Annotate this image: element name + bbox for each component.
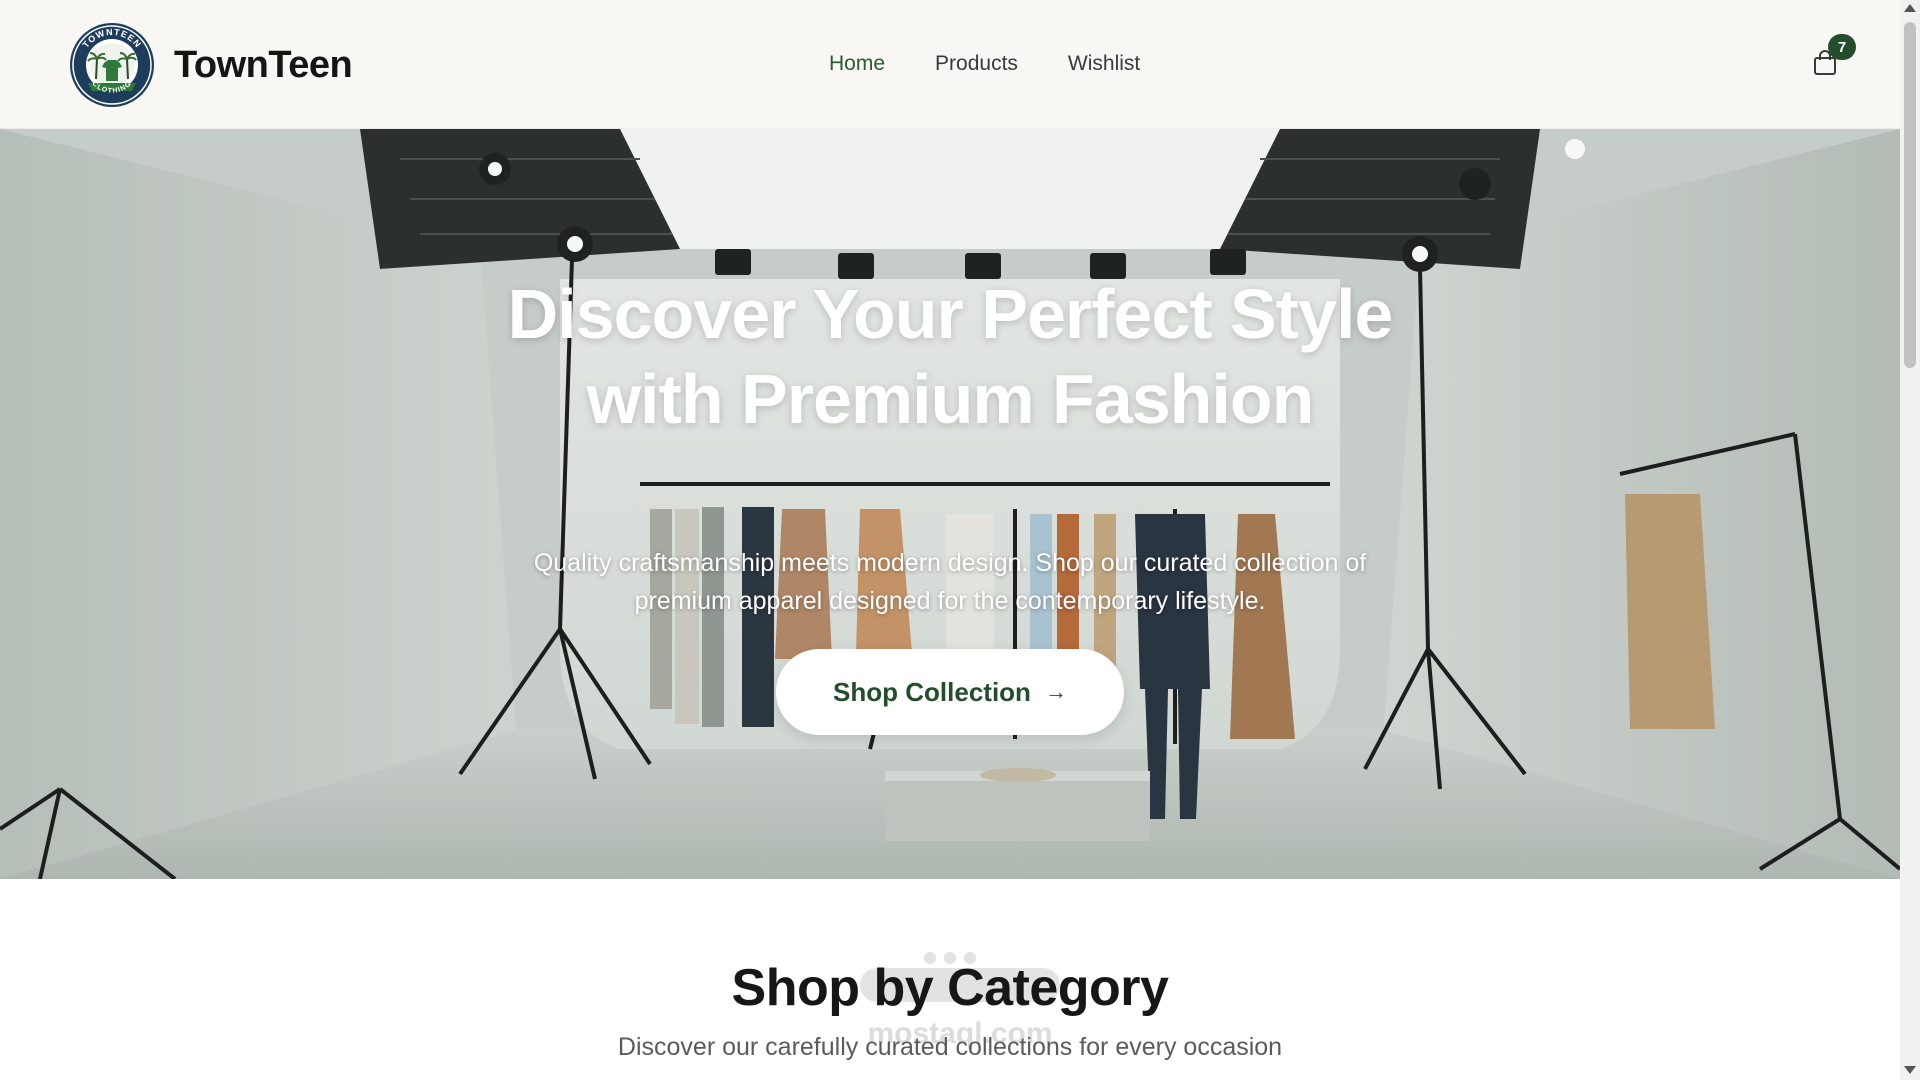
category-section-subtitle: Discover our carefully curated collectio… <box>617 1033 1283 1061</box>
cart-button[interactable]: 7 <box>1810 34 1856 86</box>
hero-subtitle: Quality craftsmanship meets modern desig… <box>533 549 1367 615</box>
nav-item-products[interactable]: Products <box>935 52 1018 76</box>
nav-item-home[interactable]: Home <box>829 52 885 76</box>
main-nav: Home Products Wishlist <box>829 52 1140 76</box>
scroll-up-arrow-icon[interactable] <box>1904 4 1916 12</box>
arrow-right-icon: → <box>1044 679 1067 704</box>
shop-collection-button[interactable]: Shop Collection → <box>776 649 1124 735</box>
scroll-down-arrow-icon[interactable] <box>1904 1066 1916 1074</box>
hero-title: Discover Your Perfect Style with Premium… <box>507 275 1394 438</box>
townteen-logo-icon: TOWNTEEN CLOTHING <box>70 23 154 107</box>
category-section-title: Shop by Category <box>731 959 1169 1017</box>
site-header: TOWNTEEN CLOTHING TownTeen Home Products… <box>0 0 1900 129</box>
page-scrollbar[interactable] <box>1900 0 1920 1080</box>
hero-section: Discover Your Perfect Style with Premium… <box>0 129 1900 879</box>
nav-item-wishlist[interactable]: Wishlist <box>1068 52 1140 76</box>
shop-collection-label: Shop Collection <box>833 676 1031 707</box>
cart-count-badge: 7 <box>1828 34 1856 60</box>
brand-name[interactable]: TownTeen <box>174 44 353 87</box>
brand-logo-link[interactable]: TOWNTEEN CLOTHING TownTeen <box>66 21 353 109</box>
scroll-thumb[interactable] <box>1904 22 1916 368</box>
hero-content: Discover Your Perfect Style with Premium… <box>0 129 1900 879</box>
